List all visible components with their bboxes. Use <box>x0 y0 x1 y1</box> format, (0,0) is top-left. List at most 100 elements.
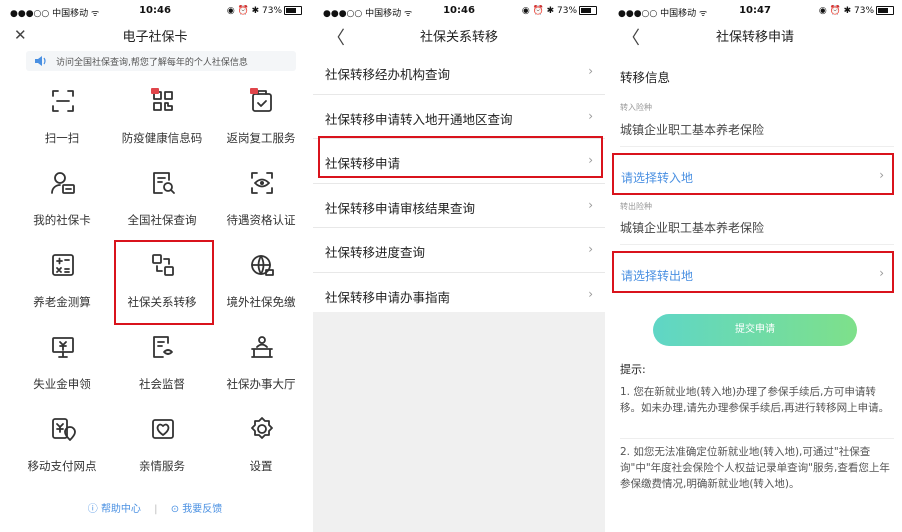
in-type-value: 城镇企业职工基本养老保险 <box>620 123 765 137</box>
status-icons: ◉ ⏰ ✱ 73% <box>226 6 282 16</box>
highlight-transfer-apply <box>318 136 603 178</box>
service-scan[interactable]: 扫一扫 <box>12 80 112 160</box>
nav-bar: ✕ 电子社保卡 <box>0 22 310 48</box>
menu-item-label: 社保转移申请审核结果查询 <box>325 200 476 216</box>
status-icons: ◉ ⏰ ✱ 73% <box>521 6 577 16</box>
service-globe[interactable]: 境外社保免缴 <box>211 244 310 324</box>
service-calculator[interactable]: 养老金测算 <box>12 244 112 324</box>
chevron-right-icon: › <box>879 266 884 280</box>
divider <box>620 438 894 439</box>
chevron-right-icon: › <box>588 108 593 123</box>
menu-item-label: 社保转移申请转入地开通地区查询 <box>325 111 513 127</box>
service-label: 防疫健康信息码 <box>121 131 203 145</box>
page-title: 电子社保卡 <box>122 30 188 45</box>
monitor-yuan-icon <box>52 337 74 358</box>
health-code-icon <box>151 88 173 111</box>
search-doc-icon <box>153 172 175 194</box>
help-center-link[interactable]: ⓘ 帮助中心 <box>88 504 141 515</box>
transfer-menu-list: 社保转移经办机构查询 › 社保转移申请转入地开通地区查询 › 社保转移申请 › 社保转移申请… <box>313 50 605 317</box>
speaker-icon <box>35 56 46 66</box>
select-out-placeholder: 请选择转出地 <box>621 269 694 283</box>
service-heart-plus[interactable]: 亲情服务 <box>112 408 212 488</box>
globe-icon <box>251 255 274 276</box>
service-label: 设置 <box>249 459 273 473</box>
service-health-code[interactable]: 防疫健康信息码 <box>112 80 212 160</box>
service-label: 扫一扫 <box>44 131 80 145</box>
social-card-screen: ●●●○○ 中国移动 ᯤ 10:46 ◉ ⏰ ✱ 73% ✕ 电子社保卡 访问全… <box>0 0 310 532</box>
service-label: 全国社保查询 <box>127 213 197 227</box>
doc-eye-icon <box>153 336 173 358</box>
status-bar: ●●●○○ 中国移动 ᯤ 10:46 ◉ ⏰ ✱ 73% <box>0 0 310 22</box>
page-title: 社保关系转移 <box>419 30 498 45</box>
in-type-caption: 转入险种 <box>620 103 652 112</box>
service-label: 移动支付网点 <box>27 459 97 473</box>
service-label: 我的社保卡 <box>33 213 91 227</box>
chevron-right-icon: › <box>588 197 593 212</box>
help-label: 帮助中心 <box>100 504 141 515</box>
feedback-label: 我要反馈 <box>182 504 223 515</box>
service-label: 社会监督 <box>139 377 185 391</box>
battery-icon <box>284 6 302 15</box>
service-user-card[interactable]: 我的社保卡 <box>12 162 112 242</box>
service-label: 社保办事大厅 <box>226 377 296 391</box>
menu-item[interactable]: 社保转移申请转入地开通地区查询 › <box>313 95 605 139</box>
empty-area <box>313 312 605 532</box>
feedback-link[interactable]: ⊙ 我要反馈 <box>171 504 223 515</box>
service-search-doc[interactable]: 全国社保查询 <box>112 162 212 242</box>
chevron-right-icon: › <box>588 64 593 78</box>
divider <box>620 244 894 245</box>
highlight-transfer <box>114 240 214 325</box>
nav-bar: 〈 社保转移申请 <box>608 22 902 49</box>
pay-location-icon <box>52 418 76 441</box>
menu-item-label: 社保转移进度查询 <box>325 245 426 260</box>
footer-links: ⓘ 帮助中心 | ⊙ 我要反馈 <box>0 500 310 515</box>
service-label: 养老金测算 <box>33 295 91 309</box>
chevron-right-icon: › <box>588 242 593 256</box>
counter-icon <box>251 336 273 358</box>
menu-item[interactable]: 社保转移进度查询 › <box>313 228 605 273</box>
service-gear[interactable]: 设置 <box>211 408 310 488</box>
service-eye-scan[interactable]: 待遇资格认证 <box>211 162 310 242</box>
transfer-menu-screen: ●●●○○ 中国移动 ᯤ 10:46 ◉ ⏰ ✱ 73% 〈 社保关系转移 社保… <box>313 0 605 532</box>
menu-item[interactable]: 社保转移经办机构查询 › <box>313 50 605 95</box>
chevron-right-icon: › <box>588 286 593 301</box>
select-in-placeholder: 请选择转入地 <box>621 171 694 185</box>
submit-button[interactable]: 提交申请 <box>653 314 857 346</box>
service-label: 境外社保免缴 <box>226 295 296 309</box>
tips-title: 提示: <box>620 363 646 376</box>
menu-item-label: 社保转移申请办事指南 <box>325 289 451 305</box>
nav-bar: 〈 社保关系转移 <box>313 22 605 49</box>
tip-2: 2. 如您无法准确定位新就业地(转入地),可通过"社保查询"中"年度社会保险个人… <box>620 446 890 490</box>
service-return-work[interactable]: 返岗复工服务 <box>211 80 310 160</box>
eye-scan-icon <box>251 172 273 194</box>
menu-item[interactable]: 社保转移申请审核结果查询 › <box>313 184 605 228</box>
chevron-right-icon: › <box>879 168 884 182</box>
service-doc-eye[interactable]: 社会监督 <box>112 326 212 406</box>
out-type-value: 城镇企业职工基本养老保险 <box>620 221 765 235</box>
menu-item[interactable]: 社保转移申请办事指南 › <box>313 273 605 317</box>
select-transfer-in-field[interactable]: 请选择转入地 › <box>612 153 894 195</box>
service-label: 失业金申领 <box>33 377 91 391</box>
service-label: 返岗复工服务 <box>226 131 296 145</box>
service-label: 亲情服务 <box>139 459 185 473</box>
out-type-caption: 转出险种 <box>620 202 652 211</box>
notice-text: 访问全国社保查询,帮您了解每年的个人社保信息 <box>56 58 248 68</box>
service-pay-location[interactable]: 移动支付网点 <box>12 408 112 488</box>
return-work-icon <box>250 88 272 112</box>
divider: | <box>154 504 158 515</box>
heart-plus-icon <box>152 419 174 439</box>
service-label: 待遇资格认证 <box>226 213 296 227</box>
service-monitor-yuan[interactable]: 失业金申领 <box>12 326 112 406</box>
gear-icon <box>251 417 273 439</box>
status-icons: ◉ ⏰ ✱ 73% <box>818 6 874 16</box>
scan-icon <box>52 90 74 112</box>
notice-banner[interactable]: 访问全国社保查询,帮您了解每年的个人社保信息 <box>26 51 296 71</box>
user-card-icon <box>51 172 75 194</box>
battery-icon <box>579 6 597 15</box>
battery-icon <box>876 6 894 15</box>
select-transfer-out-field[interactable]: 请选择转出地 › <box>612 251 894 293</box>
page-title: 社保转移申请 <box>715 30 794 45</box>
status-bar: ●●●○○ 中国移动 ᯤ 10:46 ◉ ⏰ ✱ 73% <box>313 0 605 22</box>
status-bar: ●●●○○ 中国移动 ᯤ 10:47 ◉ ⏰ ✱ 73% <box>608 0 902 22</box>
service-counter[interactable]: 社保办事大厅 <box>211 326 310 406</box>
